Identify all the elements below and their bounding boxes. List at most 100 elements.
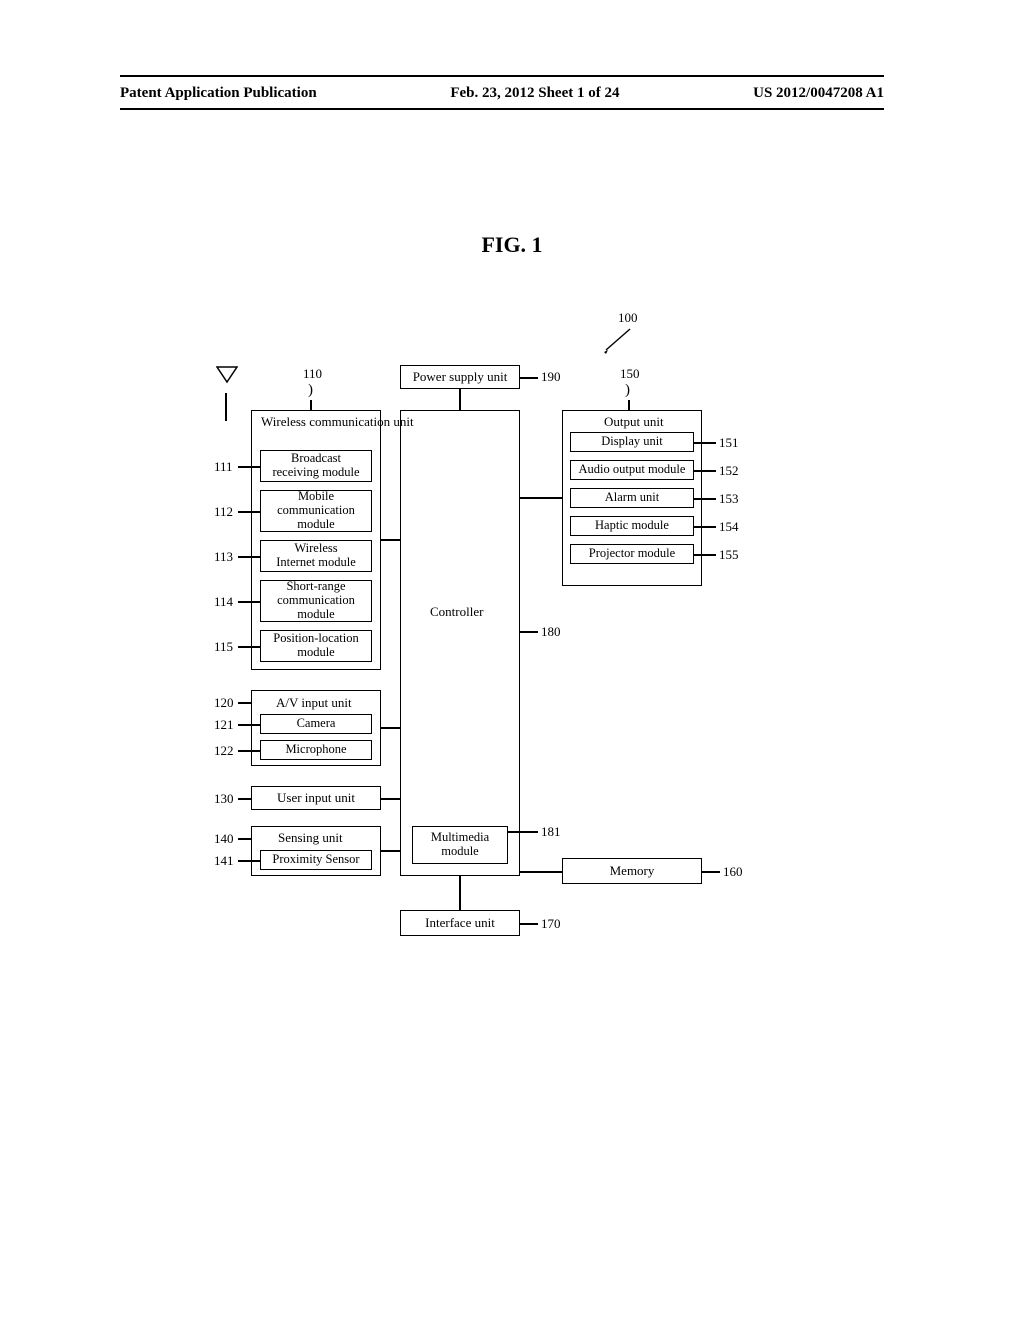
block-alarm: Alarm unit [570, 488, 694, 508]
label: Multimedia module [431, 831, 489, 859]
ref-170: 170 [541, 916, 561, 932]
ref-114: 114 [214, 594, 233, 610]
curve-110: ) [308, 382, 313, 399]
ref-111: 111 [214, 459, 233, 475]
block-broadcast: Broadcast receiving module [260, 450, 372, 482]
header-left: Patent Application Publication [120, 85, 317, 102]
block-position-location: Position-location module [260, 630, 372, 662]
conn-av-ctrl [381, 727, 401, 729]
ref-180: 180 [541, 624, 561, 640]
label: Display unit [601, 435, 662, 449]
label: Proximity Sensor [272, 853, 359, 867]
block-memory: Memory [562, 858, 702, 884]
block-multimedia: Multimedia module [412, 826, 508, 864]
antenna-icon [216, 366, 238, 388]
label: Projector module [589, 547, 675, 561]
conn-output-ctrl [520, 497, 562, 499]
conn-mem-ctrl [520, 871, 562, 873]
lead-111 [238, 466, 260, 468]
header-right: US 2012/0047208 A1 [753, 85, 884, 102]
label: Interface unit [425, 916, 495, 931]
lead-181 [508, 831, 538, 833]
label: Audio output module [579, 463, 686, 477]
conn-power-controller [459, 389, 461, 411]
lead-155 [694, 554, 716, 556]
lead-153 [694, 498, 716, 500]
label: Camera [297, 717, 336, 731]
block-haptic: Haptic module [570, 516, 694, 536]
ref-155: 155 [719, 547, 739, 563]
ref-154: 154 [719, 519, 739, 535]
lead-154 [694, 526, 716, 528]
label: Position-location module [273, 632, 358, 660]
label-wcu: Wireless communication unit [261, 414, 371, 430]
lead-190 [520, 377, 538, 379]
label: Microphone [285, 743, 346, 757]
block-power-supply: Power supply unit [400, 365, 520, 389]
ref-115: 115 [214, 639, 233, 655]
page-header: Patent Application Publication Feb. 23, … [120, 85, 884, 102]
lead-160 [702, 871, 720, 873]
lead-113 [238, 556, 260, 558]
label: User input unit [277, 791, 355, 806]
ref-153: 153 [719, 491, 739, 507]
lead-112 [238, 511, 260, 513]
ref-152: 152 [719, 463, 739, 479]
lead-114 [238, 601, 260, 603]
lead-121 [238, 724, 260, 726]
label: Broadcast receiving module [272, 452, 359, 480]
ref-113: 113 [214, 549, 233, 565]
ref-110: 110 [303, 366, 322, 382]
block-projector: Projector module [570, 544, 694, 564]
lead-115 [238, 646, 260, 648]
label: Short-range communication module [277, 580, 355, 621]
lead-170 [520, 923, 538, 925]
ref-112: 112 [214, 504, 233, 520]
ref-141: 141 [214, 853, 234, 869]
header-center: Feb. 23, 2012 Sheet 1 of 24 [450, 85, 619, 102]
ref-120: 120 [214, 695, 234, 711]
block-controller [400, 410, 520, 876]
lead-140 [238, 838, 251, 840]
curve-150: ) [625, 382, 630, 399]
label-output: Output unit [604, 414, 664, 430]
ref-100: 100 [618, 310, 638, 326]
block-audio: Audio output module [570, 460, 694, 480]
block-display: Display unit [570, 432, 694, 452]
label-av: A/V input unit [276, 695, 352, 711]
ref-151: 151 [719, 435, 739, 451]
lead-141 [238, 860, 260, 862]
lead-120 [238, 702, 251, 704]
leader-100-swoosh [600, 326, 640, 354]
conn-wcu-ctrl [381, 539, 401, 541]
header-rule-above [120, 75, 884, 77]
lead-180 [520, 631, 538, 633]
lead-130 [238, 798, 251, 800]
label-controller: Controller [430, 604, 483, 620]
lead-122 [238, 750, 260, 752]
conn-sensing-ctrl [381, 850, 401, 852]
ref-140: 140 [214, 831, 234, 847]
label: Haptic module [595, 519, 669, 533]
header-rule [120, 108, 884, 110]
conn-150-line [628, 400, 630, 411]
ref-190: 190 [541, 369, 561, 385]
conn-interface-ctrl [459, 876, 461, 910]
ref-160: 160 [723, 864, 743, 880]
label: Wireless Internet module [276, 542, 356, 570]
block-wireless-internet: Wireless Internet module [260, 540, 372, 572]
block-diagram: 100 Power supply unit 190 110 ) Wireless… [120, 310, 850, 1030]
label: Memory [610, 864, 655, 879]
block-camera: Camera [260, 714, 372, 734]
label: Alarm unit [605, 491, 660, 505]
block-microphone: Microphone [260, 740, 372, 760]
antenna-stem [225, 393, 227, 421]
block-interface: Interface unit [400, 910, 520, 936]
block-proximity: Proximity Sensor [260, 850, 372, 870]
block-mobile-comm: Mobile communication module [260, 490, 372, 532]
figure-label: FIG. 1 [481, 232, 542, 258]
label: Mobile communication module [277, 490, 355, 531]
ref-121: 121 [214, 717, 234, 733]
lead-151 [694, 442, 716, 444]
block-user-input: User input unit [251, 786, 381, 810]
